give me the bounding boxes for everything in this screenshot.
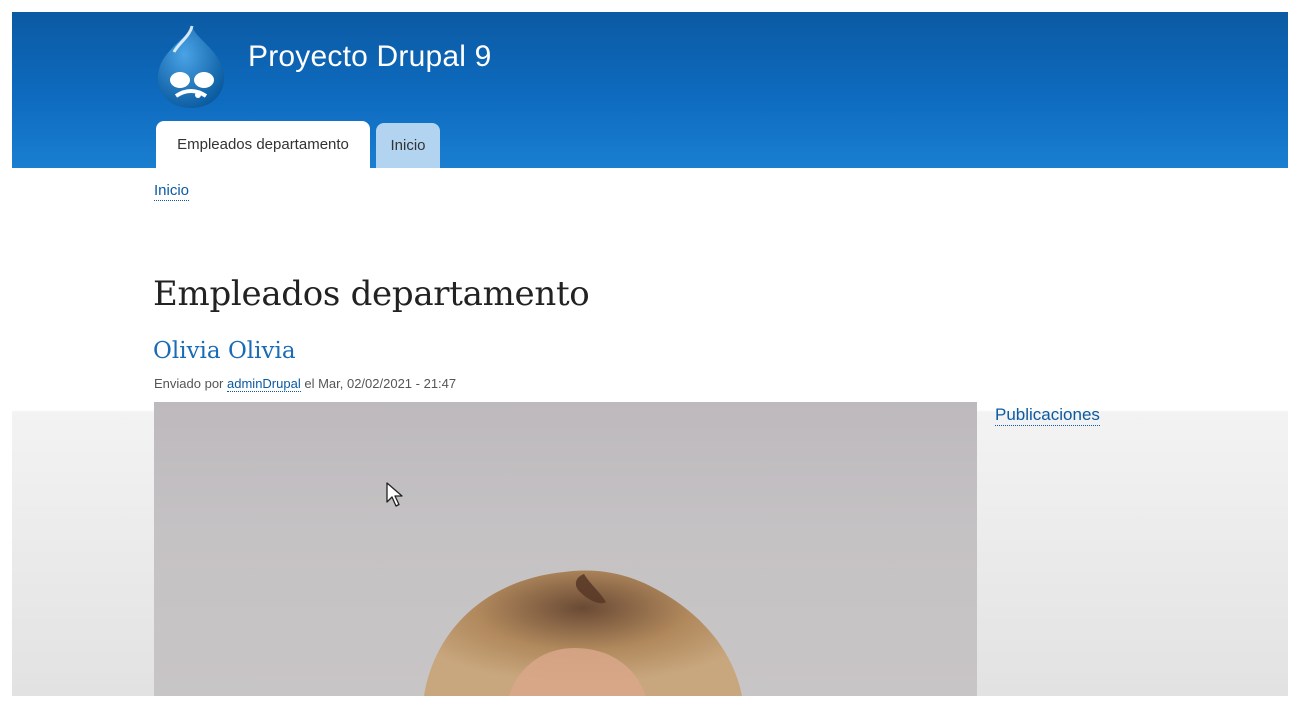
- sidebar-publicaciones-link[interactable]: Publicaciones: [995, 405, 1100, 426]
- tab-empleados-departamento[interactable]: Empleados departamento: [156, 121, 370, 168]
- drupal-logo-icon[interactable]: [152, 22, 230, 110]
- employee-photo: [154, 402, 977, 696]
- mouse-pointer-icon: [386, 482, 403, 507]
- page-title: Empleados departamento: [153, 274, 590, 314]
- author-link[interactable]: adminDrupal: [227, 376, 301, 392]
- site-header: Proyecto Drupal 9 Empleados departamento…: [12, 12, 1288, 168]
- submitted-date: el Mar, 02/02/2021 - 21:47: [304, 376, 457, 391]
- node-title-link[interactable]: Olivia Olivia: [153, 338, 296, 364]
- breadcrumb-inicio[interactable]: Inicio: [154, 182, 190, 201]
- browser-viewport: Proyecto Drupal 9 Empleados departamento…: [12, 12, 1288, 696]
- submitted-prefix: Enviado por: [154, 376, 224, 391]
- site-name[interactable]: Proyecto Drupal 9: [248, 40, 492, 74]
- submitted-info: Enviado por adminDrupal el Mar, 02/02/20…: [154, 376, 457, 392]
- employee-photo-image: [424, 570, 742, 696]
- tab-inicio[interactable]: Inicio: [376, 123, 440, 168]
